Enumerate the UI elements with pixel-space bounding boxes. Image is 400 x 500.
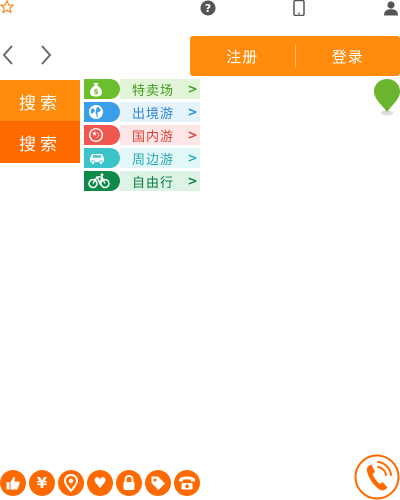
china-flag-icon: [84, 125, 120, 145]
chevron-left-icon[interactable]: [0, 40, 20, 70]
chevron-right-icon: >: [187, 105, 199, 119]
heart-icon[interactable]: ♥: [87, 470, 113, 496]
category-label: 出境游: [132, 106, 175, 122]
register-button[interactable]: 注册: [190, 36, 295, 76]
category-item-special-sale[interactable]: $ 特卖场 >: [84, 79, 200, 99]
lock-icon[interactable]: [116, 470, 142, 496]
category-item-domestic[interactable]: 国内游 >: [84, 125, 200, 145]
tag-icon[interactable]: [145, 470, 171, 496]
thumbs-up-icon[interactable]: [0, 470, 26, 496]
globe-icon: [84, 102, 120, 122]
category-label: 特卖场: [132, 83, 175, 99]
search-button-primary[interactable]: 搜索: [0, 80, 80, 122]
bottom-icon-bar: ¥ ♥: [0, 470, 203, 500]
auth-bar: 注册 登录: [190, 36, 400, 76]
chevron-right-icon: >: [187, 82, 199, 96]
category-label: 自由行: [132, 175, 175, 191]
yen-icon[interactable]: ¥: [29, 470, 55, 496]
location-pin-icon[interactable]: [58, 470, 84, 496]
bicycle-icon: [84, 171, 120, 191]
telephone-icon[interactable]: [174, 470, 200, 496]
search-button-secondary[interactable]: 搜索: [0, 121, 80, 163]
phone-call-icon[interactable]: [354, 454, 400, 500]
chevron-right-icon: >: [187, 174, 199, 188]
star-outline-icon[interactable]: [0, 0, 14, 14]
category-item-independent[interactable]: 自由行 >: [84, 171, 200, 191]
chevron-right-icon[interactable]: [37, 40, 57, 70]
chevron-right-icon: >: [187, 151, 199, 165]
svg-text:?: ?: [205, 2, 211, 15]
login-button[interactable]: 登录: [296, 36, 400, 76]
car-icon: [84, 148, 120, 168]
category-item-outbound[interactable]: 出境游 >: [84, 102, 200, 122]
svg-text:$: $: [94, 88, 99, 96]
chevron-right-icon: >: [187, 128, 199, 142]
money-bag-icon: $: [84, 79, 120, 99]
category-label: 周边游: [132, 152, 175, 168]
help-circle-icon[interactable]: ?: [200, 0, 216, 16]
category-item-nearby[interactable]: 周边游 >: [84, 148, 200, 168]
map-pin-icon[interactable]: [373, 78, 400, 116]
category-label: 国内游: [132, 129, 175, 145]
mobile-phone-icon[interactable]: [293, 0, 305, 17]
user-icon[interactable]: [383, 0, 399, 16]
